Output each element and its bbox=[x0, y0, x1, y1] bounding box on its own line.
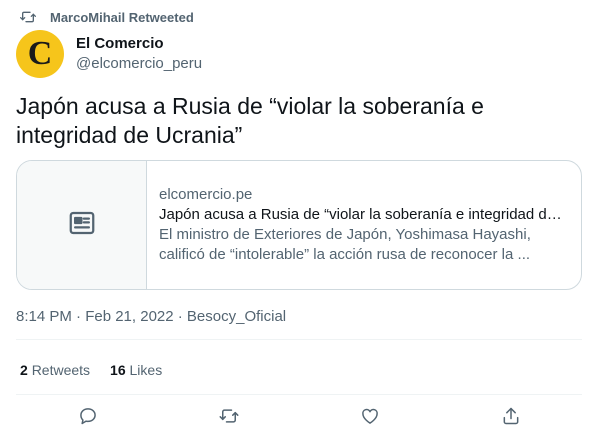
retweet-button[interactable] bbox=[217, 406, 241, 430]
reply-icon bbox=[78, 406, 98, 431]
avatar[interactable]: C bbox=[16, 30, 64, 78]
like-button[interactable] bbox=[358, 406, 382, 430]
article-icon bbox=[67, 208, 97, 243]
tweet-actions bbox=[0, 406, 598, 434]
retweets-label: Retweets bbox=[31, 362, 91, 378]
card-thumbnail bbox=[17, 161, 147, 289]
likes-count: 16 bbox=[110, 362, 126, 378]
retweet-icon bbox=[20, 9, 36, 25]
handle[interactable]: @elcomercio_peru bbox=[76, 54, 202, 74]
tweet-text: Japón acusa a Rusia de “violar la sobera… bbox=[16, 93, 484, 148]
link-card[interactable]: elcomercio.pe Japón acusa a Rusia de “vi… bbox=[16, 160, 582, 290]
card-description: El ministro de Exteriores de Japón, Yosh… bbox=[159, 226, 531, 263]
display-name[interactable]: El Comercio bbox=[76, 34, 202, 54]
tweet-stats: 2 Retweets 16 Likes bbox=[20, 361, 162, 379]
retweets-stat[interactable]: 2 Retweets bbox=[20, 361, 90, 379]
tweet-meta[interactable]: 8:14 PM · Feb 21, 2022 · Besocy_Oficial bbox=[16, 307, 286, 327]
share-button[interactable] bbox=[499, 406, 523, 430]
author-names: El Comercio @elcomercio_peru bbox=[76, 34, 202, 74]
tweet-author[interactable]: C El Comercio @elcomercio_peru bbox=[16, 30, 202, 78]
likes-label: Likes bbox=[129, 362, 163, 378]
card-body: elcomercio.pe Japón acusa a Rusia de “vi… bbox=[147, 161, 581, 289]
share-icon bbox=[501, 406, 521, 431]
divider bbox=[16, 339, 582, 340]
retweets-count: 2 bbox=[20, 362, 28, 378]
retweet-icon bbox=[219, 406, 239, 431]
retweet-context[interactable]: MarcoMihail Retweeted bbox=[20, 8, 194, 26]
like-icon bbox=[360, 406, 380, 431]
reply-button[interactable] bbox=[76, 406, 100, 430]
retweet-context-text: MarcoMihail Retweeted bbox=[50, 9, 194, 25]
card-domain: elcomercio.pe bbox=[159, 186, 253, 203]
likes-stat[interactable]: 16 Likes bbox=[110, 361, 162, 379]
card-title: Japón acusa a Rusia de “violar la sobera… bbox=[159, 206, 569, 223]
divider bbox=[16, 394, 582, 395]
